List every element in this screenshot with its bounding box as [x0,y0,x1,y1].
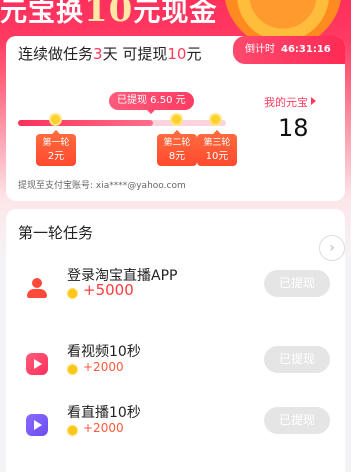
countdown-time: 46:31:16 [281,44,331,55]
coin-decoration [224,0,342,40]
banner-title-prefix: 元宝换 [0,0,84,28]
round-name: 第一轮 [42,138,70,148]
coin-icon [67,288,78,299]
round-name: 第三轮 [203,138,231,148]
user-icon [26,277,48,299]
play-right-icon [311,97,316,105]
my-yuanbao-label: 我的元宝 [264,96,308,109]
live-play-icon [26,414,48,436]
task-headline: 连续做任务3天 可提现10元 [18,43,201,64]
withdrawn-button[interactable]: 已提现 [264,346,330,373]
chevron-right-icon[interactable]: › [319,235,345,261]
task-name: 看直播10秒 [67,405,141,421]
withdrawn-button[interactable]: 已提现 [264,407,330,434]
round-2-tag: 第二轮 8元 [157,130,197,166]
my-yuanbao-value: 18 [278,114,309,142]
task-name: 看视频10秒 [67,344,141,360]
withdrawn-button[interactable]: 已提现 [264,270,330,297]
coin-icon [67,425,78,436]
headline-mid: 天 可提现 [102,45,168,63]
progress-fill [18,120,154,126]
banner-title-suffix: 元现金 [133,0,218,28]
headline-amount: 10 [167,45,187,63]
video-play-icon [26,353,48,375]
top-banner: 元宝换10元现金 [0,0,351,40]
progress-card: 连续做任务3天 可提现10元 倒计时 46:31:16 已提现 6.50 元 第一… [6,36,345,201]
round-1-marker [49,113,62,126]
countdown-timer: 倒计时 46:31:16 [233,36,345,64]
withdraw-account: 提现至支付宝账号: xia****@yahoo.com [18,181,186,191]
round-2-marker [170,113,183,126]
task-reward: +5000 [83,281,134,299]
headline-days: 3 [93,45,103,63]
task-row: 看视频10秒 +2000 已提现 [6,335,345,399]
task-row: 登录淘宝直播APP +5000 已提现 [6,259,345,323]
banner-title: 元宝换10元现金 [0,0,217,30]
task-reward: +2000 [83,360,124,374]
earned-badge: 已提现 6.50 元 [109,92,194,114]
task-reward: +2000 [83,421,124,435]
round-1-tag: 第一轮 2元 [36,130,76,166]
headline-prefix: 连续做任务 [18,45,94,63]
task-card-title: 第一轮任务 [18,224,94,242]
round-amount: 8元 [168,151,186,162]
countdown-label: 倒计时 [245,44,275,55]
round-3-marker [209,113,222,126]
task-card: 第一轮任务 › 登录淘宝直播APP +5000 已提现 看视频10秒 +2000… [6,209,345,472]
task-row: 看直播10秒 +2000 已提现 [6,396,345,460]
round-amount: 10元 [205,151,229,162]
round-name: 第二轮 [163,138,191,148]
round-3-tag: 第三轮 10元 [197,130,237,166]
round-amount: 2元 [47,151,65,162]
headline-suffix: 元 [186,45,202,63]
my-yuanbao-link[interactable]: 我的元宝 [264,94,316,110]
banner-title-number: 10 [84,0,134,30]
coin-icon [67,364,78,375]
